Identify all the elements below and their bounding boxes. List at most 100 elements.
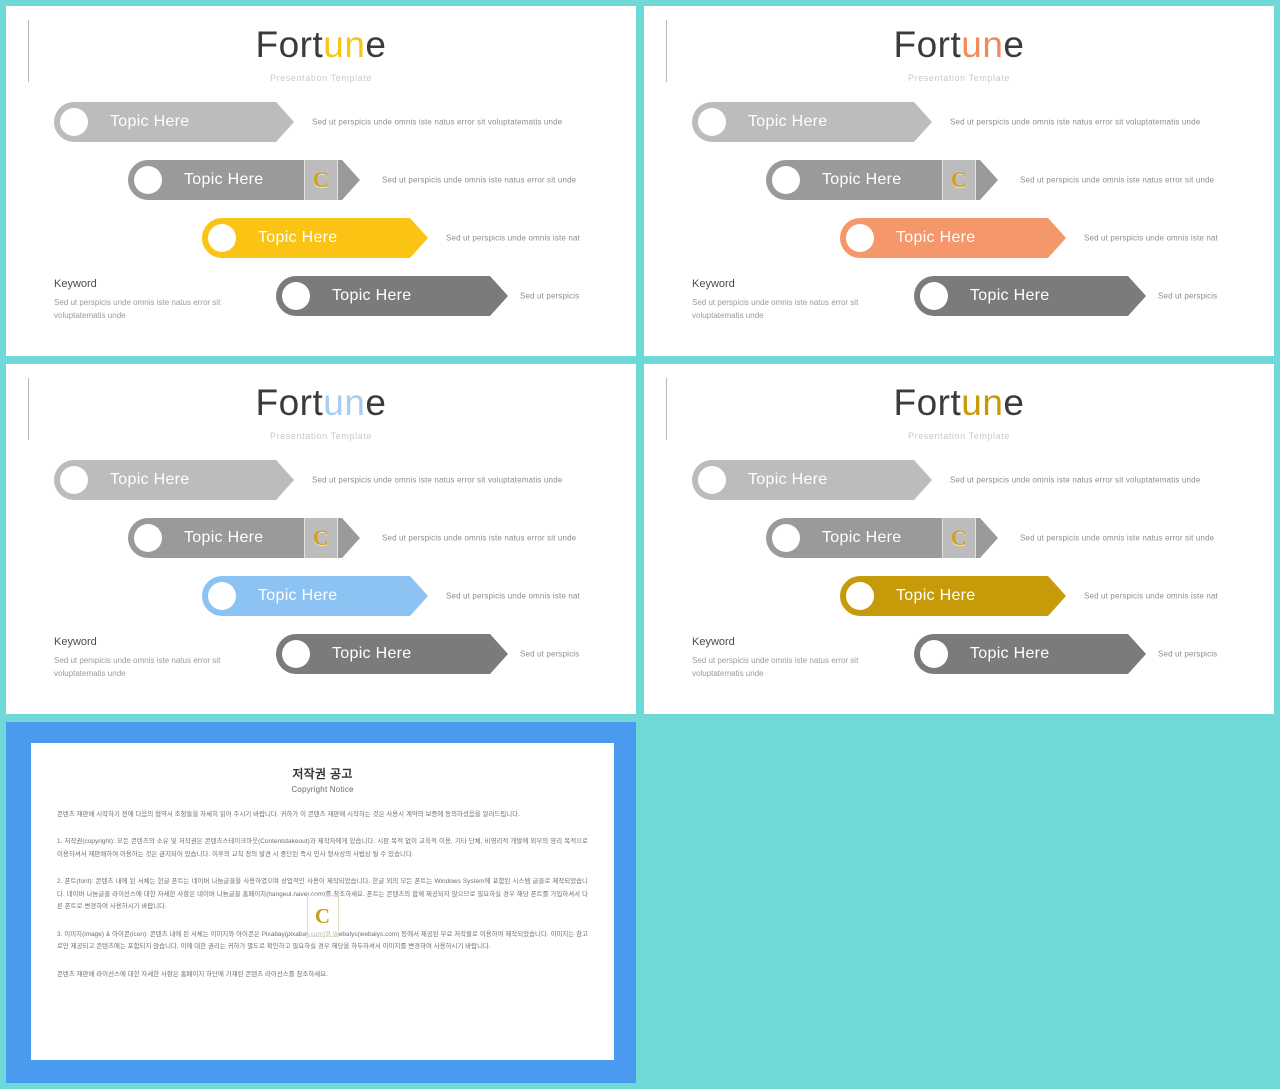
banner-label: Topic Here [258, 229, 338, 246]
banner-2-2[interactable]: Topic Here C [766, 158, 998, 202]
slide-card-4[interactable]: Fortune Presentation Template Topic Here… [644, 364, 1274, 714]
banner-2-4[interactable]: Topic Here [914, 276, 1146, 316]
banner-desc: Sed ut perspicis [520, 291, 580, 301]
banner-row-4-3[interactable]: Topic Here Sed ut perspicis unde omnis i… [840, 576, 1218, 616]
banner-label: Topic Here [896, 229, 976, 246]
banner-row-1-4[interactable]: Topic Here Sed ut perspicis [276, 276, 579, 316]
banner-knob-icon [134, 524, 162, 552]
banner-1-4[interactable]: Topic Here [276, 276, 508, 316]
banner-knob-icon [282, 282, 310, 310]
copyright-outro: 콘텐츠 재판매 라이선스에 대한 자세한 사항은 홈페이지 하단에 기재된 콘텐… [57, 970, 328, 978]
banner-label: Topic Here [332, 287, 412, 304]
brand-part-1: Fort [255, 24, 324, 65]
banner-desc: Sed ut perspicis unde omnis iste natus e… [312, 475, 563, 485]
keyword-block-4: Keyword Sed ut perspicis unde omnis iste… [692, 636, 907, 680]
banner-knob-icon [208, 224, 236, 252]
banner-label: Topic Here [748, 471, 828, 488]
slide-card-2[interactable]: Fortune Presentation Template Topic Here… [644, 6, 1274, 356]
slide-card-1[interactable]: Fortune Presentation Template Topic Here… [6, 6, 636, 356]
banner-desc: Sed ut perspicis [1158, 649, 1218, 659]
banner-desc: Sed ut perspicis unde omnis iste nat [1084, 591, 1218, 601]
watermark-logo: C [942, 516, 976, 560]
copyright-title-ko: 저작권 공고 [292, 767, 353, 781]
banner-row-1-2[interactable]: Topic Here C Sed ut perspicis unde omnis… [128, 158, 576, 202]
banner-4-4[interactable]: Topic Here [914, 634, 1146, 674]
banner-label: Topic Here [748, 113, 828, 130]
banner-label: Topic Here [184, 171, 264, 188]
slide-title-block-1: Fortune Presentation Template [6, 26, 636, 83]
watermark-logo: C [942, 158, 976, 202]
banner-knob-icon [920, 640, 948, 668]
banner-knob-icon [920, 282, 948, 310]
banner-knob-icon [846, 582, 874, 610]
brand-accent-4: un [961, 382, 1004, 423]
banner-3-3[interactable]: Topic Here [202, 576, 428, 616]
keyword-block-3: Keyword Sed ut perspicis unde omnis iste… [54, 636, 269, 680]
brand-accent-2: un [961, 24, 1004, 65]
banner-knob-icon [772, 166, 800, 194]
brand-part-2: e [365, 382, 387, 423]
keyword-title: Keyword [54, 278, 97, 290]
banner-desc: Sed ut perspicis unde omnis iste nat [446, 233, 580, 243]
banner-3-2[interactable]: Topic Here C [128, 516, 360, 560]
slide-card-3[interactable]: Fortune Presentation Template Topic Here… [6, 364, 636, 714]
copyright-slide-frame[interactable]: 저작권 공고 Copyright Notice 콘텐츠 재판매 시작하기 전에 … [6, 722, 636, 1083]
banner-4-2[interactable]: Topic Here C [766, 516, 998, 560]
banner-desc: Sed ut perspicis unde omnis iste nat [1084, 233, 1218, 243]
banner-label: Topic Here [110, 113, 190, 130]
brand-part-2: e [1003, 24, 1025, 65]
copyright-para-1: 1. 저작권(copyright): 모든 콘텐츠의 소유 및 저작권은 콘텐츠… [57, 838, 588, 858]
banner-row-2-3[interactable]: Topic Here Sed ut perspicis unde omnis i… [840, 218, 1218, 258]
keyword-title: Keyword [692, 278, 735, 290]
banner-label: Topic Here [822, 171, 902, 188]
banner-3-4[interactable]: Topic Here [276, 634, 508, 674]
banner-4-1[interactable]: Topic Here [692, 460, 932, 500]
banner-4-3[interactable]: Topic Here [840, 576, 1066, 616]
banner-desc: Sed ut perspicis unde omnis iste natus e… [950, 117, 1201, 127]
keyword-body: Sed ut perspicis unde omnis iste natus e… [54, 298, 221, 321]
banner-1-1[interactable]: Topic Here [54, 102, 294, 142]
banner-row-3-1[interactable]: Topic Here Sed ut perspicis unde omnis i… [54, 460, 562, 500]
brand-subtitle-1: Presentation Template [270, 73, 372, 83]
banner-row-4-4[interactable]: Topic Here Sed ut perspicis [914, 634, 1217, 674]
banner-knob-icon [282, 640, 310, 668]
brand-title-1: Fortune [6, 26, 636, 63]
banner-label: Topic Here [970, 645, 1050, 662]
brand-part-1: Fort [893, 24, 962, 65]
banner-desc: Sed ut perspicis unde omnis iste natus e… [382, 175, 577, 185]
banner-3-1[interactable]: Topic Here [54, 460, 294, 500]
banner-row-2-1[interactable]: Topic Here Sed ut perspicis unde omnis i… [692, 102, 1200, 142]
brand-part-1: Fort [893, 382, 962, 423]
banner-row-4-1[interactable]: Topic Here Sed ut perspicis unde omnis i… [692, 460, 1200, 500]
banner-row-1-1[interactable]: Topic Here Sed ut perspicis unde omnis i… [54, 102, 562, 142]
banner-knob-icon [698, 108, 726, 136]
keyword-title: Keyword [692, 636, 735, 648]
banner-1-3[interactable]: Topic Here [202, 218, 428, 258]
brand-subtitle-2: Presentation Template [908, 73, 1010, 83]
slide-title-block-3: Fortune Presentation Template [6, 384, 636, 441]
banner-knob-icon [772, 524, 800, 552]
banner-row-2-4[interactable]: Topic Here Sed ut perspicis [914, 276, 1217, 316]
banner-row-3-2[interactable]: Topic Here C Sed ut perspicis unde omnis… [128, 516, 576, 560]
banner-row-3-4[interactable]: Topic Here Sed ut perspicis [276, 634, 579, 674]
slide-title-block-2: Fortune Presentation Template [644, 26, 1274, 83]
brand-title-2: Fortune [644, 26, 1274, 63]
banner-row-2-2[interactable]: Topic Here C Sed ut perspicis unde omnis… [766, 158, 1214, 202]
banner-knob-icon [846, 224, 874, 252]
banner-row-1-3[interactable]: Topic Here Sed ut perspicis unde omnis i… [202, 218, 580, 258]
banner-2-3[interactable]: Topic Here [840, 218, 1066, 258]
banner-knob-icon [208, 582, 236, 610]
banner-row-4-2[interactable]: Topic Here C Sed ut perspicis unde omnis… [766, 516, 1214, 560]
keyword-body: Sed ut perspicis unde omnis iste natus e… [54, 656, 221, 679]
banner-label: Topic Here [184, 529, 264, 546]
banner-1-2[interactable]: Topic Here C [128, 158, 360, 202]
banner-label: Topic Here [896, 587, 976, 604]
brand-part-2: e [365, 24, 387, 65]
banner-knob-icon [134, 166, 162, 194]
brand-part-1: Fort [255, 382, 324, 423]
watermark-logo: C [304, 516, 338, 560]
brand-title-3: Fortune [6, 384, 636, 421]
banner-2-1[interactable]: Topic Here [692, 102, 932, 142]
copyright-title-en: Copyright Notice [291, 785, 354, 794]
banner-row-3-3[interactable]: Topic Here Sed ut perspicis unde omnis i… [202, 576, 580, 616]
